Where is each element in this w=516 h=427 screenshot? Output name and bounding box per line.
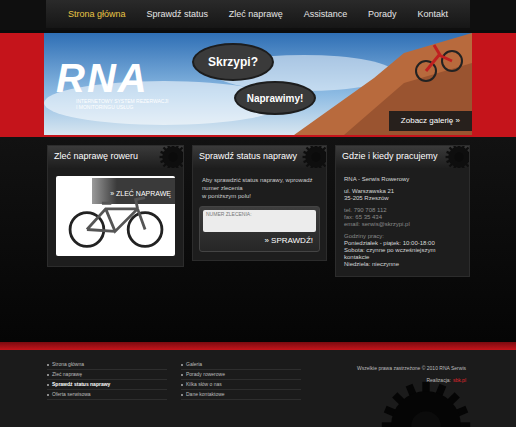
order-number-input[interactable] — [203, 210, 316, 232]
speech-bubble: Skrzypi? — [192, 43, 274, 81]
panel-body: Aby sprawdzić status naprawy, wprowadź n… — [193, 168, 326, 260]
panel-header: Gdzie i kiedy pracujemy — [336, 146, 469, 168]
copyright: Wszelkie prawa zastrzeżone © 2010 RNA Se… — [357, 365, 466, 373]
footer-link[interactable]: Zleć naprawę — [47, 370, 167, 380]
credit-link[interactable]: sbk.pl — [453, 377, 466, 385]
status-text: Aby sprawdzić status naprawy, wprowadź n… — [199, 176, 320, 200]
panel: Zleć naprawę roweru » ZLEĆ NAPRAWĘ — [47, 145, 184, 267]
panel-title: Zleć naprawę roweru — [54, 150, 138, 164]
contact-group: Godziny pracy:Poniedziałek - piątek: 10:… — [344, 233, 461, 268]
bullet-icon — [47, 394, 49, 396]
contact-line: tel. 790 708 112 — [344, 207, 461, 214]
contact-line: Godziny pracy: — [344, 233, 461, 240]
panel-title: Gdzie i kiedy pracujemy — [342, 150, 438, 164]
main-nav: Strona główna Sprawdź status Zleć naprawę A… — [46, 0, 470, 28]
text-line: Aby sprawdzić status naprawy, wprowadź n… — [202, 176, 320, 192]
panel-header: Sprawdź status naprawy — [193, 146, 326, 168]
check-button[interactable]: » SPRAWDŹ! — [261, 234, 316, 248]
tagline: I MONITORINGU USŁUG — [56, 104, 168, 110]
footer-column: Strona główna Zleć naprawę Sprawdź status … — [47, 360, 167, 427]
order-repair-card[interactable]: » ZLEĆ NAPRAWĘ — [56, 176, 175, 256]
contact-line: RNA - Serwis Rowerowy — [344, 176, 461, 183]
footer-link-text: Sprawdź status naprawy — [52, 381, 110, 389]
bullet-icon — [47, 364, 49, 366]
bullet-icon — [47, 374, 49, 376]
nav-item[interactable]: Zleć naprawę — [229, 8, 283, 20]
bullet-icon — [47, 384, 49, 386]
panel-body: » ZLEĆ NAPRAWĘ — [48, 168, 183, 266]
gear-icon — [380, 380, 472, 427]
footer-link-text: Oferta serwisowa — [52, 391, 91, 399]
footer-link-text: Galeria — [186, 361, 202, 369]
nav-item[interactable]: Kontakt — [417, 8, 448, 20]
panels: Zleć naprawę roweru » ZLEĆ NAPRAWĘ Sprawdź… — [44, 145, 472, 342]
bubble-text: Naprawimy! — [247, 91, 304, 106]
footer-link[interactable]: Kilka słów o nas — [181, 380, 301, 390]
footer-inner: Strona główna Zleć naprawę Sprawdź status … — [44, 350, 472, 427]
gallery-button[interactable]: Zobacz galerię » — [389, 111, 472, 131]
bike-icon — [64, 192, 168, 252]
text-line: w poniższym polu! — [202, 192, 320, 200]
gear-icon — [302, 146, 326, 168]
main-area: Zleć naprawę roweru » ZLEĆ NAPRAWĘ Sprawdź… — [0, 137, 516, 342]
order-button[interactable]: » ZLEĆ NAPRAWĘ — [92, 178, 175, 204]
status-form: » SPRAWDŹ! — [199, 206, 320, 252]
contact-line: ul. Warszawska 21 — [344, 188, 461, 195]
gear-icon — [445, 146, 469, 168]
logo: RNAINTERNETOWY SYSTEM REZERWACJII MONITO… — [56, 58, 168, 110]
tagline: INTERNETOWY SYSTEM REZERWACJI — [56, 98, 168, 104]
order-button-text: » ZLEĆ NAPRAWĘ — [110, 190, 171, 197]
contact-group: ul. Warszawska 2135-205 Rzeszów — [344, 188, 461, 202]
contact-line: 35-205 Rzeszów — [344, 195, 461, 202]
gear-icon — [159, 146, 183, 168]
contact-line: Poniedziałek - piątek: 10:00-18:00 — [344, 240, 461, 247]
bullet-icon — [181, 374, 183, 376]
contact-line: Sobota: czynne po wcześniejszym kontakci… — [344, 247, 461, 261]
button-row: » SPRAWDŹ! — [203, 234, 316, 248]
contact-group: RNA - Serwis Rowerowy — [344, 176, 461, 183]
footer-link[interactable]: Sprawdź status naprawy — [47, 380, 167, 390]
bullet-icon — [181, 384, 183, 386]
footer-link[interactable]: Oferta serwisowa — [47, 390, 167, 400]
footer-column: Galeria Porady rowerowe Kilka słów o nas Da… — [181, 360, 301, 427]
contact-line: email: serwis@skrzypi.pl — [344, 221, 461, 228]
panel-title: Sprawdź status naprawy — [199, 150, 297, 164]
panel: Gdzie i kiedy pracujemy RNA - Serwis Rowe… — [335, 145, 470, 277]
contact-line: fax: 65 35 434 — [344, 214, 461, 221]
speech-bubble: Naprawimy! — [234, 81, 316, 115]
footer-link-text: Dane kontaktowe — [186, 391, 225, 399]
contact-group: tel. 790 708 112fax: 65 35 434email: ser… — [344, 207, 461, 228]
red-band: RNAINTERNETOWY SYSTEM REZERWACJII MONITO… — [0, 33, 516, 137]
credit: Realizacja:sbk.pl — [426, 377, 466, 385]
panel-header: Zleć naprawę roweru — [48, 146, 183, 168]
footer-link[interactable]: Galeria — [181, 360, 301, 370]
footer-link[interactable]: Dane kontaktowe — [181, 390, 301, 400]
footer-link[interactable]: Strona główna — [47, 360, 167, 370]
panel-body: RNA - Serwis Rowerowy ul. Warszawska 2135… — [336, 168, 469, 276]
nav-item[interactable]: Porady — [368, 8, 397, 20]
bubble-text: Skrzypi? — [208, 53, 258, 71]
top-bar: Strona główna Sprawdź status Zleć naprawę A… — [0, 0, 516, 30]
credit-label: Realizacja: — [426, 377, 450, 385]
footer-link-text: Zleć naprawę — [52, 371, 82, 379]
banner: RNAINTERNETOWY SYSTEM REZERWACJII MONITO… — [44, 33, 472, 135]
footer: Strona główna Zleć naprawę Sprawdź status … — [0, 350, 516, 427]
bullet-icon — [181, 394, 183, 396]
nav-item[interactable]: Assistance — [304, 8, 348, 20]
nav-item[interactable]: Sprawdź status — [146, 8, 208, 20]
footer-info: Wszelkie prawa zastrzeżone © 2010 RNA Se… — [315, 360, 472, 427]
contact-line: Niedziela: nieczynne — [344, 261, 461, 268]
footer-link[interactable]: Porady rowerowe — [181, 370, 301, 380]
nav-item[interactable]: Strona główna — [68, 8, 126, 20]
footer-link-text: Porady rowerowe — [186, 371, 225, 379]
footer-link-text: Kilka słów o nas — [186, 381, 222, 389]
footer-line — [0, 342, 516, 350]
logo-text: RNA — [56, 58, 168, 98]
page: Strona główna Sprawdź status Zleć naprawę A… — [0, 0, 516, 427]
bullet-icon — [181, 364, 183, 366]
panel: Sprawdź status naprawy Aby sprawdzić stat… — [192, 145, 327, 261]
footer-link-text: Strona główna — [52, 361, 84, 369]
